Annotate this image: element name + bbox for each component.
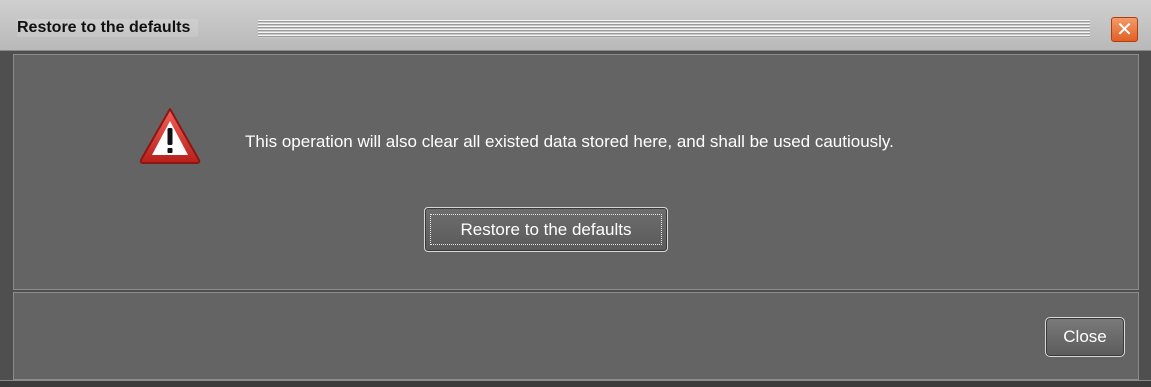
- restore-defaults-button[interactable]: Restore to the defaults: [424, 207, 668, 252]
- window-title: Restore to the defaults: [17, 19, 199, 37]
- content-panel: This operation will also clear all exist…: [13, 54, 1139, 290]
- restore-defaults-button-label: Restore to the defaults: [460, 220, 632, 239]
- close-glyph: ✕: [1116, 17, 1133, 41]
- dialog-window: Restore to the defaults ✕ This operation…: [0, 0, 1151, 387]
- title-bar[interactable]: Restore to the defaults ✕: [0, 0, 1151, 51]
- close-icon[interactable]: ✕: [1111, 17, 1138, 42]
- warning-triangle-icon: [139, 108, 201, 164]
- title-bar-grip: [258, 20, 1090, 38]
- warning-message: This operation will also clear all exist…: [245, 132, 894, 151]
- close-button[interactable]: Close: [1045, 317, 1125, 357]
- footer-panel: Close: [13, 292, 1139, 380]
- window-bottom-edge: [0, 380, 1151, 387]
